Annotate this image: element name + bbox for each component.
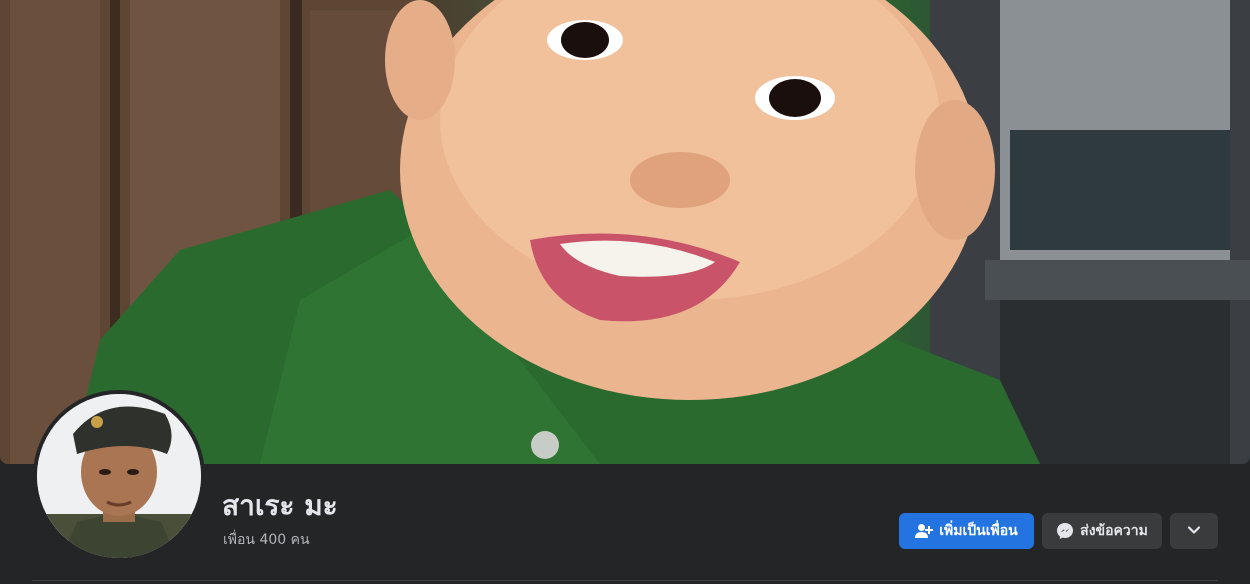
message-label: ส่งข้อความ [1080, 523, 1148, 539]
friends-count-link[interactable]: เพื่อน 400 คน [223, 530, 310, 550]
chevron-down-icon [1187, 523, 1201, 539]
add-friend-icon [915, 523, 934, 539]
messenger-icon [1056, 522, 1074, 540]
cover-photo[interactable] [0, 0, 1250, 464]
add-friend-label: เพิ่มเป็นเพื่อน [939, 523, 1018, 539]
add-friend-button[interactable]: เพิ่มเป็นเพื่อน [899, 513, 1034, 549]
avatar-ring [33, 390, 205, 562]
message-button[interactable]: ส่งข้อความ [1042, 513, 1162, 549]
header-divider [32, 580, 1218, 581]
more-options-button[interactable] [1170, 513, 1218, 549]
profile-name: สาเระ มะ [222, 489, 338, 522]
avatar[interactable] [37, 394, 201, 558]
